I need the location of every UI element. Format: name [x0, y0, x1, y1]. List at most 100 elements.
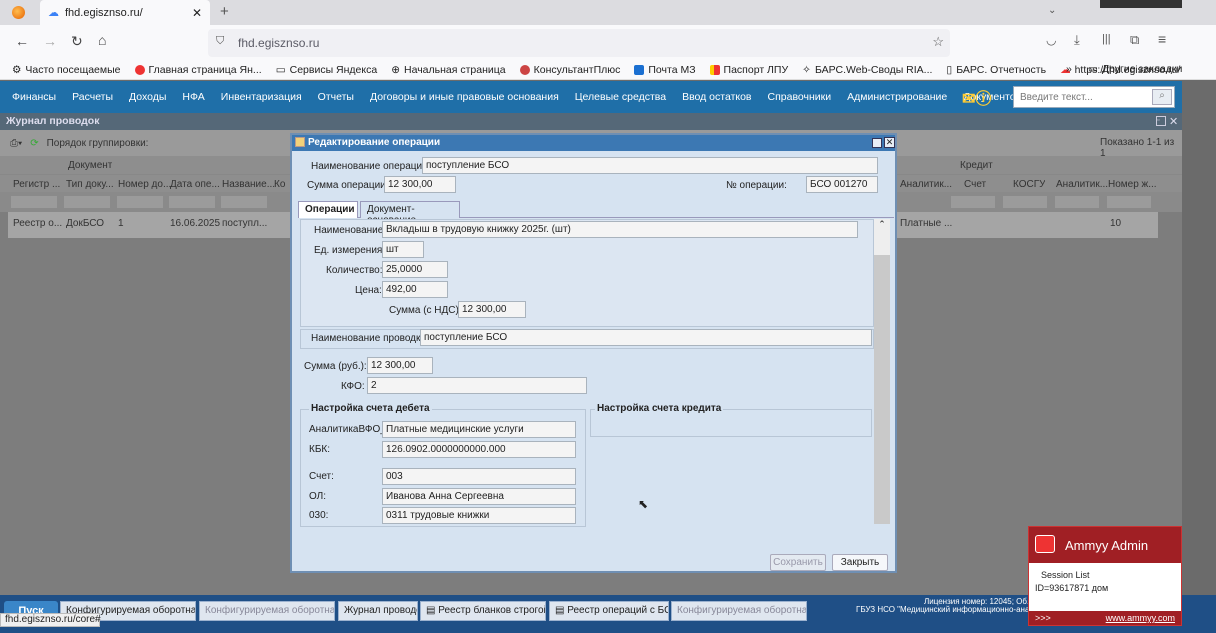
- bookmark-item[interactable]: ▭ Сервисы Яндекса: [276, 64, 378, 76]
- qty-input[interactable]: 25,0000: [382, 261, 448, 278]
- account-input[interactable]: 003: [382, 468, 576, 485]
- menu-item-finance[interactable]: Финансы: [12, 91, 56, 103]
- star-icon[interactable]: ☆: [932, 34, 944, 50]
- menu-item-admin[interactable]: Администрирование: [847, 91, 947, 103]
- search-icon[interactable]: ⌕: [1152, 89, 1172, 105]
- filter-input[interactable]: [220, 195, 268, 209]
- table-cell: Реестр о...: [13, 218, 63, 229]
- column-header[interactable]: Аналитик...: [1056, 179, 1108, 190]
- taskbar-item[interactable]: ▤ Реестр операций с БСО: [549, 601, 669, 621]
- menu-item-inventory[interactable]: Инвентаризация: [221, 91, 302, 103]
- close-icon[interactable]: ✕: [1169, 115, 1178, 128]
- home-icon[interactable]: ⌂: [98, 32, 106, 48]
- item-name-label: Наименование:: [314, 225, 387, 236]
- sum-vat-input[interactable]: 12 300,00: [458, 301, 526, 318]
- menu-icon[interactable]: ≡: [1158, 31, 1166, 47]
- ol-input[interactable]: Иванова Анна Сергеевна: [382, 488, 576, 505]
- scrollbar[interactable]: ⌃: [874, 219, 890, 524]
- column-header[interactable]: Дата опе...: [170, 179, 220, 190]
- menu-item-nfa[interactable]: НФА: [182, 91, 204, 103]
- new-tab-icon[interactable]: +: [220, 3, 229, 20]
- bookmark-item[interactable]: Паспорт ЛПУ: [709, 64, 788, 76]
- reload-icon[interactable]: ↻: [71, 33, 83, 50]
- bookmark-item[interactable]: ▯ БАРС. Отчетность: [946, 64, 1046, 76]
- bookmark-item[interactable]: ⊕ Начальная страница: [391, 64, 505, 76]
- op-name-input[interactable]: поступление БСО: [422, 157, 878, 174]
- scroll-up-icon[interactable]: ⌃: [874, 219, 890, 255]
- taskbar-item[interactable]: Журнал проводок: [338, 601, 418, 621]
- download-icon[interactable]: ⤓: [1074, 32, 1080, 48]
- url-bar[interactable]: ⛉ fhd.egisznso.ru ☆: [208, 29, 950, 57]
- sum-rub-input[interactable]: 12 300,00: [367, 357, 433, 374]
- menu-item-payments[interactable]: Расчеты: [72, 91, 113, 103]
- filter-input[interactable]: [1054, 195, 1100, 209]
- bookmark-item[interactable]: Почта МЗ: [634, 64, 696, 76]
- bookmark-item[interactable]: КонсультантПлюс: [519, 64, 620, 76]
- menu-item-income[interactable]: Доходы: [129, 91, 166, 103]
- bookmark-item[interactable]: ✧ БАРС.Web-Своды RIA...: [802, 64, 932, 76]
- filter-input[interactable]: [116, 195, 164, 209]
- filter-input[interactable]: [1002, 195, 1048, 209]
- op-sum-input[interactable]: 12 300,00: [384, 176, 456, 193]
- item-name-input[interactable]: Вкладыш в трудовую книжку 2025г. (шт): [382, 221, 858, 238]
- back-icon[interactable]: ←: [15, 33, 29, 49]
- price-input[interactable]: 492,00: [382, 281, 448, 298]
- filter-input[interactable]: [950, 195, 996, 209]
- column-header[interactable]: Счет: [964, 179, 986, 190]
- filter-input[interactable]: [168, 195, 216, 209]
- close-icon[interactable]: ✕: [884, 137, 895, 148]
- tab-list-icon[interactable]: ⌄: [1048, 5, 1056, 16]
- bookmark-item[interactable]: Главная страница Ян...: [134, 64, 262, 76]
- bookmark-item[interactable]: ⚙ Часто посещаемые: [12, 64, 121, 76]
- column-header[interactable]: Ко: [274, 179, 285, 190]
- column-header[interactable]: Название...: [222, 179, 275, 190]
- flag-icon: [709, 64, 720, 75]
- menu-item-balances[interactable]: Ввод остатков: [682, 91, 751, 103]
- menu-item-contracts[interactable]: Договоры и иные правовые основания: [370, 91, 559, 103]
- analytics-input[interactable]: Платные медицинские услуги: [382, 421, 576, 438]
- tab-base-document[interactable]: Документ-основание: [360, 201, 460, 226]
- filter-input[interactable]: [1106, 195, 1152, 209]
- ammyy-link[interactable]: www.ammyy.com: [1106, 613, 1175, 623]
- ammyy-session[interactable]: Session List: [1041, 570, 1090, 580]
- filter-input[interactable]: [10, 195, 58, 209]
- kfo-input[interactable]: 2: [367, 377, 587, 394]
- restore-icon[interactable]: ▫: [1156, 116, 1166, 126]
- op-no-input[interactable]: БСО 001270: [806, 176, 878, 193]
- column-header[interactable]: Номер ж...: [1108, 179, 1157, 190]
- pocket-icon[interactable]: ◡: [1046, 33, 1056, 47]
- save-button[interactable]: Сохранить: [770, 554, 826, 571]
- taskbar-item[interactable]: Конфигурируемая оборотная ...: [671, 601, 807, 621]
- library-icon[interactable]: |||: [1102, 33, 1111, 45]
- refresh-icon[interactable]: ⟳: [30, 138, 38, 149]
- kbk-label: КБК:: [309, 444, 330, 455]
- kbk-input[interactable]: 126.0902.0000000000.000: [382, 441, 576, 458]
- filter-input[interactable]: [63, 195, 111, 209]
- taskbar-item[interactable]: Конфигурируемая оборотная ...: [199, 601, 335, 621]
- mail-icon: [634, 64, 645, 75]
- column-header[interactable]: Аналитик...: [900, 179, 952, 190]
- firefox-icon[interactable]: [12, 6, 25, 19]
- print-icon[interactable]: ⎙▾: [10, 138, 22, 149]
- menu-item-target-funds[interactable]: Целевые средства: [575, 91, 666, 103]
- browser-tab[interactable]: ☁ fhd.egisznso.ru/ ✕: [40, 0, 210, 25]
- more-bookmarks-icon[interactable]: »: [1066, 63, 1072, 75]
- taskbar-item[interactable]: ▤ Реестр бланков строгой ...: [420, 601, 546, 621]
- menu-item-directories[interactable]: Справочники: [768, 91, 832, 103]
- column-header[interactable]: Номер до...: [118, 179, 171, 190]
- menu-item-reports[interactable]: Отчеты: [318, 91, 354, 103]
- column-header[interactable]: Регистр ...: [13, 179, 60, 190]
- tab-operations[interactable]: Операции: [298, 201, 358, 218]
- o30-input[interactable]: 0311 трудовые книжки: [382, 507, 576, 524]
- column-header[interactable]: КОСГУ: [1013, 179, 1045, 190]
- other-bookmarks[interactable]: ▭ Другие закладки: [1088, 63, 1182, 75]
- extensions-icon[interactable]: ⧉: [1130, 32, 1139, 48]
- column-header[interactable]: Тип доку...: [66, 179, 114, 190]
- maximize-icon[interactable]: [872, 138, 882, 148]
- close-tab-icon[interactable]: ✕: [192, 6, 202, 20]
- search-input[interactable]: Введите текст... ⌕: [1013, 86, 1175, 108]
- unit-input[interactable]: шт: [382, 241, 424, 258]
- close-button[interactable]: Закрыть: [832, 554, 888, 571]
- forward-icon[interactable]: →: [43, 33, 57, 49]
- posting-name-input[interactable]: поступление БСО: [420, 329, 872, 346]
